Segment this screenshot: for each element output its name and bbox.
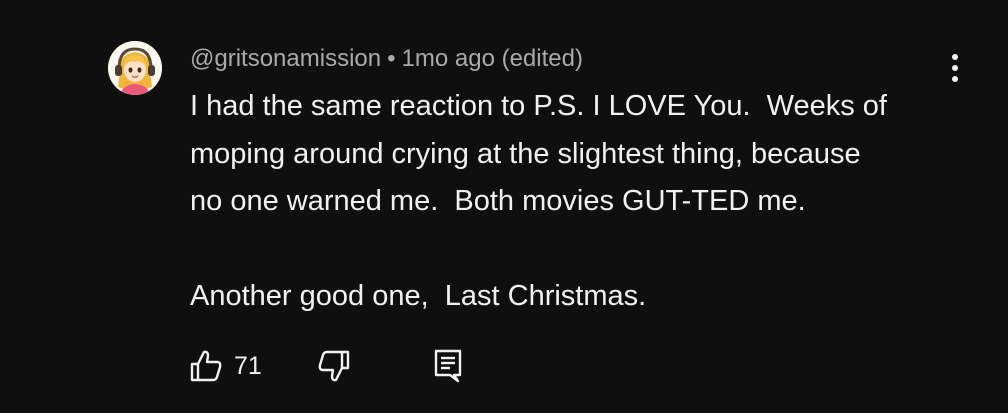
- three-dots-vertical-icon: [952, 54, 958, 60]
- reply-button[interactable]: [428, 345, 468, 385]
- avatar-icon: [108, 41, 162, 95]
- comment-line: no one warned me. Both movies GUT-TED me…: [190, 185, 806, 217]
- three-dots-vertical-icon-dot: [952, 65, 958, 71]
- avatar[interactable]: [108, 41, 162, 95]
- comment-timestamp[interactable]: 1mo ago (edited): [402, 45, 583, 72]
- comment-line: Another good one, Last Christmas.: [190, 280, 647, 312]
- dislike-button[interactable]: [314, 346, 354, 386]
- like-count: 71: [234, 352, 262, 380]
- comment-line: [190, 226, 970, 274]
- comment-reply-icon: [434, 349, 462, 383]
- meta-separator: •: [387, 45, 396, 72]
- more-actions-button[interactable]: [938, 48, 972, 88]
- comment-line: I had the same reaction to P.S. I LOVE Y…: [190, 90, 887, 122]
- thumbs-up-icon: [190, 350, 222, 382]
- comment-meta: @gritsonamission • 1mo ago (edited): [190, 43, 583, 75]
- comment-line: moping around crying at the slightest th…: [190, 137, 861, 170]
- thumbs-down-icon: [318, 350, 350, 382]
- author-name[interactable]: @gritsonamission: [190, 45, 381, 72]
- like-button[interactable]: [186, 346, 226, 386]
- three-dots-vertical-icon-dot: [952, 76, 958, 82]
- comment-text: I had the same reaction to P.S. I LOVE Y…: [190, 83, 970, 321]
